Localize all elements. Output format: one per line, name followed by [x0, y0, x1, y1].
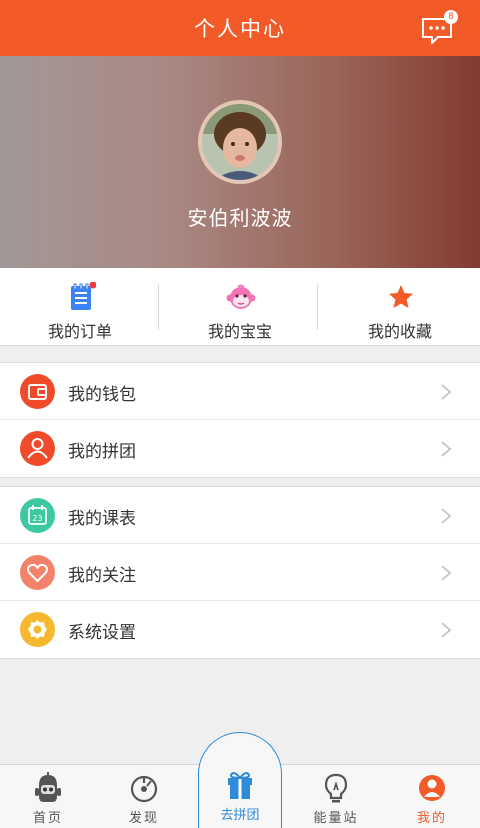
- tab-label: 去拼团: [220, 808, 260, 823]
- menu-item-label: 我的课表: [68, 509, 136, 529]
- wallet-icon: [20, 374, 55, 409]
- tab-mine[interactable]: 我的: [384, 765, 480, 828]
- chevron-right-icon: [441, 384, 452, 400]
- tab-group-buy[interactable]: 去拼团: [198, 732, 282, 828]
- message-count-badge: 8: [444, 10, 458, 24]
- user-profile-icon: [419, 775, 445, 801]
- tab-label: 我的: [416, 811, 447, 826]
- user-group-icon: [20, 431, 55, 466]
- page-title: 个人中心: [194, 17, 286, 41]
- menu-item-label: 系统设置: [68, 623, 136, 643]
- menu-group-account: 我的钱包 我的拼团: [0, 362, 480, 478]
- avatar[interactable]: [198, 100, 282, 184]
- quick-actions: 我的订单 我的宝宝 我的收藏: [0, 268, 480, 346]
- quick-action-label: 我的宝宝: [207, 322, 272, 341]
- menu-item-label: 我的关注: [68, 566, 136, 586]
- menu-item-following[interactable]: 我的关注: [0, 544, 480, 601]
- username: 安伯利波波: [187, 206, 293, 230]
- quick-action-label: 我的订单: [47, 322, 112, 341]
- avatar-photo: [202, 104, 278, 180]
- star-icon: [389, 285, 413, 308]
- tab-label: 能量站: [313, 811, 359, 826]
- lightbulb-icon: [324, 773, 348, 803]
- menu-group-activity: 23 我的课表 我的关注 系统设置: [0, 486, 480, 659]
- menu-item-group-buy[interactable]: 我的拼团: [0, 420, 480, 477]
- tab-energy-station[interactable]: 能量站: [288, 765, 384, 828]
- profile-banner: 安伯利波波: [0, 56, 480, 268]
- menu-item-schedule[interactable]: 23 我的课表: [0, 487, 480, 544]
- quick-action-label: 我的收藏: [367, 322, 432, 341]
- menu-item-settings[interactable]: 系统设置: [0, 601, 480, 658]
- tab-discover[interactable]: 发现: [96, 765, 192, 828]
- tab-label: 首页: [32, 811, 63, 826]
- quick-my-orders[interactable]: 我的订单: [0, 268, 160, 346]
- tab-home[interactable]: 首页: [0, 765, 96, 828]
- gift-icon: [228, 772, 252, 799]
- robot-icon: [35, 772, 61, 802]
- discover-compass-icon: [130, 775, 158, 803]
- header-bar: 个人中心 8: [0, 0, 480, 56]
- menu-item-label: 我的钱包: [68, 385, 136, 405]
- chevron-right-icon: [441, 622, 452, 638]
- messages-button[interactable]: 8: [420, 10, 458, 46]
- chevron-right-icon: [441, 441, 452, 457]
- heart-icon: [20, 555, 55, 590]
- order-list-icon: [71, 282, 96, 310]
- divider: [158, 284, 159, 330]
- tab-label: 发现: [128, 811, 159, 826]
- quick-my-favorites[interactable]: 我的收藏: [320, 268, 480, 346]
- calendar-icon: 23: [20, 498, 55, 533]
- divider: [317, 284, 318, 330]
- quick-my-baby[interactable]: 我的宝宝: [160, 268, 320, 346]
- menu-item-label: 我的拼团: [68, 442, 136, 462]
- chevron-right-icon: [441, 565, 452, 581]
- chevron-right-icon: [441, 508, 452, 524]
- monkey-face-icon: [226, 284, 256, 309]
- calendar-day: 23: [32, 514, 42, 523]
- menu-item-wallet[interactable]: 我的钱包: [0, 363, 480, 420]
- settings-gear-icon: [20, 612, 55, 647]
